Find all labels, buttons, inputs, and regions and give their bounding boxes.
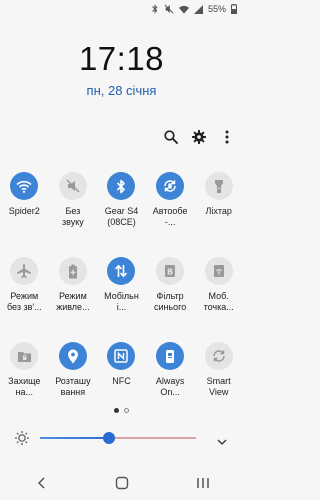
page-dot-active[interactable] <box>114 408 119 413</box>
mute-status-icon <box>164 4 174 14</box>
smart-view-icon <box>204 342 233 370</box>
more-vert-icon[interactable] <box>219 129 235 145</box>
search-icon[interactable] <box>163 129 179 145</box>
power-saving-icon <box>58 257 87 285</box>
mobile-data-icon <box>107 257 136 285</box>
location-icon <box>58 342 87 370</box>
tile-label: Моб. точка... <box>203 291 234 312</box>
battery-icon <box>231 4 237 14</box>
tile-airplane[interactable]: Режим без зв'... <box>0 257 49 342</box>
tile-mobile-data[interactable]: Мобільн і... <box>97 257 146 342</box>
status-bar: 55% <box>151 0 237 18</box>
tile-label: Фільтр синього <box>153 291 187 312</box>
tile-label: Режим живле... <box>56 291 90 312</box>
home-icon[interactable] <box>102 471 142 495</box>
tile-smart-view[interactable]: Smart View <box>194 342 243 427</box>
tile-label: Smart View <box>206 376 231 397</box>
flashlight-icon <box>204 172 233 200</box>
wifi-icon <box>10 172 39 200</box>
tile-label: Розташу вання <box>55 376 91 397</box>
battery-percent: 55% <box>207 4 226 14</box>
autorotate-icon <box>156 172 185 200</box>
tile-label: Автообе -... <box>152 206 188 227</box>
tile-label: Spider2 <box>8 206 40 216</box>
gear-icon[interactable] <box>191 129 207 145</box>
tile-label: Мобільн і... <box>104 291 139 312</box>
tile-label: Ліхтар <box>205 206 232 216</box>
secure-folder-icon <box>10 342 39 370</box>
brightness-slider[interactable] <box>40 432 196 444</box>
tile-bluetooth[interactable]: Gear S4 (08CE) <box>97 172 146 257</box>
tile-label: Захище на... <box>8 376 41 397</box>
tile-nfc[interactable]: NFC <box>97 342 146 427</box>
signal-status-icon <box>193 4 203 14</box>
tile-blue-light-filter[interactable]: B Фільтр синього <box>146 257 195 342</box>
back-icon[interactable] <box>21 471 61 495</box>
tile-label: Режим без зв'... <box>6 291 42 312</box>
tile-always-on-display[interactable]: Always On... <box>146 342 195 427</box>
airplane-icon <box>10 257 39 285</box>
nfc-icon <box>107 342 136 370</box>
brightness-fill <box>40 437 109 439</box>
tile-secure-folder[interactable]: Захище на... <box>0 342 49 427</box>
tile-wifi[interactable]: Spider2 <box>0 172 49 257</box>
tile-label: Gear S4 (08CE) <box>104 206 139 227</box>
recents-icon[interactable] <box>183 471 223 495</box>
navigation-bar <box>0 466 243 500</box>
svg-text:B: B <box>167 268 173 277</box>
brightness-icon <box>14 430 30 451</box>
tile-label: NFC <box>112 376 131 386</box>
tile-power-saving[interactable]: Режим живле... <box>49 257 98 342</box>
blue-light-filter-icon: B <box>156 257 185 285</box>
brightness-control <box>0 428 243 448</box>
tile-label: Без звуку <box>62 206 84 227</box>
date[interactable]: пн, 28 січня <box>0 83 243 98</box>
clock: 17:18 <box>78 40 165 77</box>
hotspot-icon <box>204 257 233 285</box>
brightness-thumb[interactable] <box>102 432 115 444</box>
quick-panel-actions <box>163 129 235 145</box>
tile-label: Always On... <box>155 376 185 397</box>
bluetooth-status-icon <box>151 4 159 14</box>
always-on-display-icon <box>156 342 185 370</box>
wifi-status-icon <box>178 5 189 14</box>
tile-location[interactable]: Розташу вання <box>49 342 98 427</box>
page-indicator <box>0 408 243 413</box>
tile-flashlight[interactable]: Ліхтар <box>194 172 243 257</box>
quick-settings-grid: Spider2 Без звуку Gear S4 (08CE) Автообе… <box>0 172 243 427</box>
tile-hotspot[interactable]: Моб. точка... <box>194 257 243 342</box>
tile-mute[interactable]: Без звуку <box>49 172 98 257</box>
bluetooth-icon <box>107 172 136 200</box>
chevron-down-icon[interactable] <box>217 432 227 450</box>
tile-autorotate[interactable]: Автообе -... <box>146 172 195 257</box>
page-dot[interactable] <box>124 408 129 413</box>
mute-icon <box>58 172 87 200</box>
